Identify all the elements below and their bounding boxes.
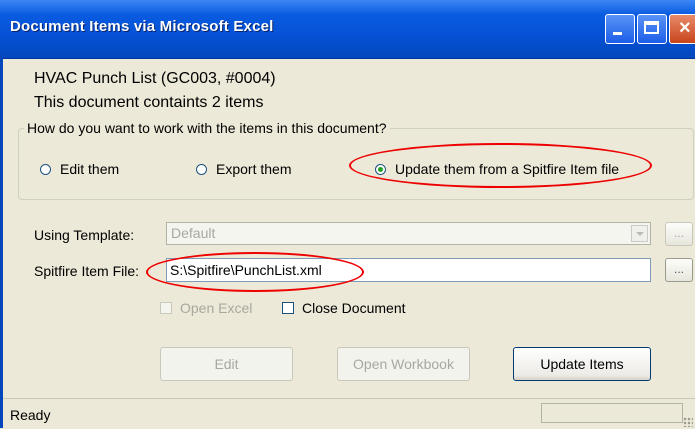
status-text: Ready — [10, 407, 51, 423]
checkbox-label: Close Document — [302, 300, 406, 316]
radio-label: Export them — [216, 161, 292, 177]
document-name: HVAC Punch List (GC003, #0004) — [34, 70, 276, 87]
radio-export-them[interactable]: Export them — [196, 161, 291, 177]
radio-button-icon — [40, 163, 51, 175]
title-bar[interactable]: Document Items via Microsoft Excel × — [0, 0, 695, 59]
close-document-checkbox[interactable]: Close Document — [282, 300, 406, 316]
template-select-value: Default — [171, 225, 216, 241]
highlight-ellipse-item-file — [146, 252, 364, 292]
minimize-button[interactable] — [605, 14, 635, 44]
window-title: Document Items via Microsoft Excel — [10, 18, 274, 35]
close-button[interactable]: × — [669, 14, 695, 44]
close-icon: × — [679, 17, 691, 39]
radio-button-icon — [196, 163, 207, 175]
edit-button[interactable]: Edit — [160, 347, 293, 381]
template-label: Using Template: — [34, 227, 135, 243]
status-bar: Ready — [3, 398, 695, 429]
checkbox-icon — [282, 302, 294, 314]
radio-edit-them[interactable]: Edit them — [40, 161, 119, 177]
template-browse-button[interactable]: ... — [665, 222, 693, 246]
checkbox-label: Open Excel — [180, 300, 253, 316]
mode-group-legend: How do you want to work with the items i… — [24, 120, 390, 136]
item-count-text: This document containts 2 items — [34, 94, 264, 111]
radio-label: Edit them — [60, 161, 120, 177]
update-items-button[interactable]: Update Items — [513, 347, 651, 381]
checkbox-icon — [160, 302, 172, 314]
open-workbook-button[interactable]: Open Workbook — [337, 347, 470, 381]
open-excel-checkbox[interactable]: Open Excel — [160, 300, 252, 316]
template-select[interactable]: Default — [166, 222, 651, 245]
item-file-browse-button[interactable]: ... — [665, 258, 693, 282]
maximize-button[interactable] — [637, 14, 667, 44]
resize-grip-icon[interactable] — [683, 417, 693, 427]
item-file-label: Spitfire Item File: — [34, 263, 140, 279]
highlight-ellipse-update-option — [349, 143, 652, 188]
chevron-down-icon[interactable] — [631, 225, 648, 242]
status-panel — [541, 403, 683, 423]
